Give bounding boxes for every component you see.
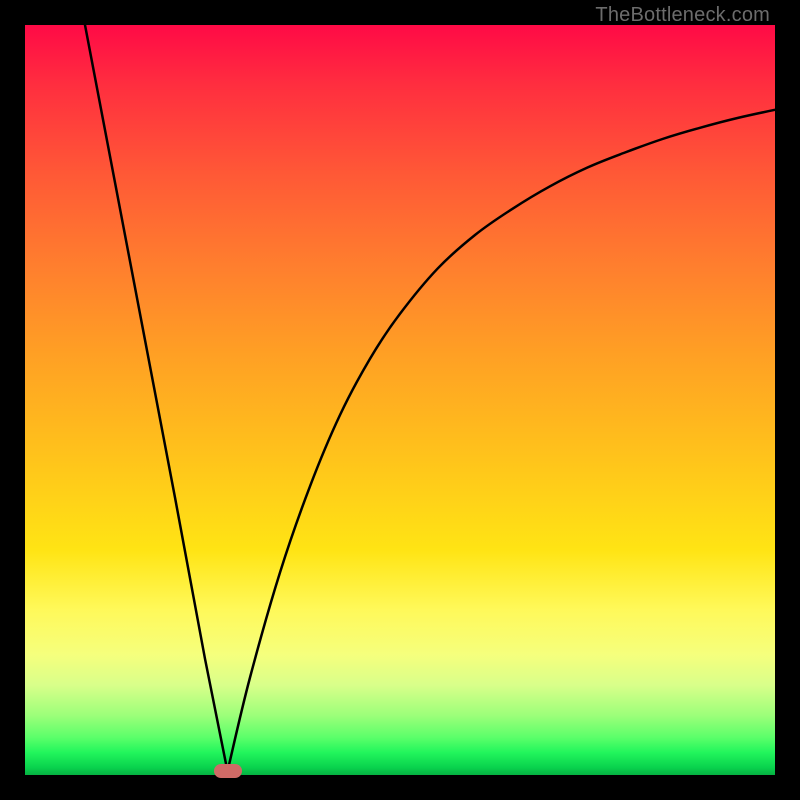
bottleneck-curve (25, 25, 775, 775)
optimum-marker (214, 764, 242, 778)
watermark-text: TheBottleneck.com (595, 4, 770, 27)
chart-frame (25, 25, 775, 775)
